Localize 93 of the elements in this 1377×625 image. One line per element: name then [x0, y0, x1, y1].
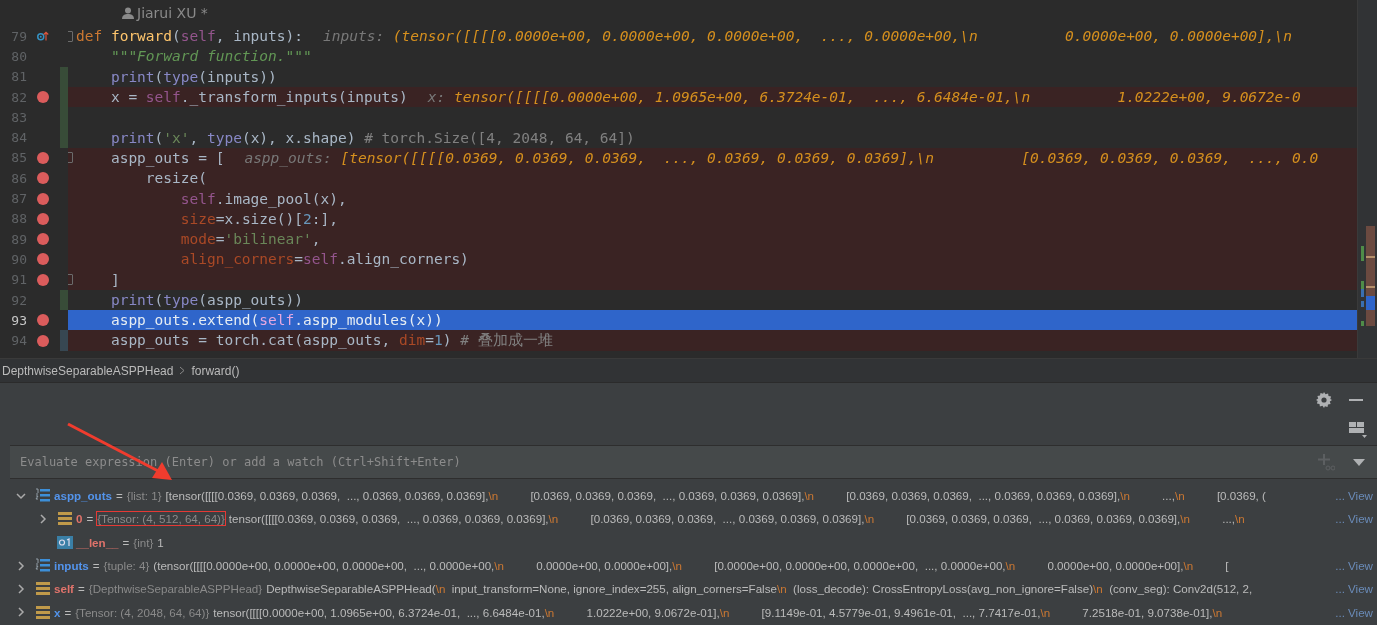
code-line: size=x.size()[2:],	[179, 210, 338, 227]
breadcrumb[interactable]: forward()	[191, 363, 240, 378]
line-number: 91	[10, 272, 27, 288]
breakpoint-icon[interactable]	[37, 314, 49, 327]
code-line: print(type(aspp_outs))	[109, 292, 303, 308]
equals-sign: =	[64, 605, 72, 619]
variable-value: tensor([[[[0.0000e+00, 1.0965e+00, 6.3724e-01, ..., 6.6484e-01,\n 1.0222e+00, 9.0672e-01],\n [9.1149e-01, 4.5779e-01, 9.4961e-01, ..., 7.7417e-01,\n 7.2518e-01, 9.0738e-01],\n	[213, 605, 1224, 619]
chevron-down-icon[interactable]	[16, 490, 26, 501]
line-number: 82	[10, 89, 27, 105]
line-number: 84	[10, 130, 27, 146]
equals-sign: =	[122, 535, 130, 549]
code-line: ]	[109, 271, 120, 288]
line-number: 92	[10, 292, 27, 308]
variable-type: {DepthwiseSeparableASPPHead}	[88, 582, 263, 596]
variable-name: 0	[76, 512, 83, 526]
chevron-right-icon[interactable]	[38, 513, 48, 524]
breadcrumb[interactable]: DepthwiseSeparableASPPHead	[2, 363, 174, 378]
fields-icon	[36, 605, 50, 619]
code-line: aspp_outs = [	[109, 149, 225, 166]
variable-type: {tuple: 4}	[103, 559, 150, 573]
breakpoint-icon[interactable]	[37, 253, 49, 266]
line-number: 80	[10, 48, 27, 64]
author-annotation: Jiarui XU *	[137, 5, 208, 21]
line-number: 81	[10, 69, 27, 85]
inline-debug-value: inputs: (tensor([[[[0.0000e+00, 0.0000e+00, 0.0000e+00, ..., 0.0000e+00,\n 0.0000e+00, 0.0000e+00],\n	[323, 28, 1292, 45]
code-line: aspp_outs = torch.cat(aspp_outs, dim=1) # 叠加成一堆	[109, 331, 553, 351]
breakpoint-icon[interactable]	[37, 212, 49, 225]
equals-sign: =	[78, 582, 85, 596]
inline-debug-value: x: tensor([[[[0.0000e+00, 1.0965e+00, 6.3724e-01, ..., 6.6484e-01,\n 1.0222e+00, 9.0672e-0	[427, 89, 1301, 106]
view-link[interactable]: ... View	[1335, 559, 1373, 573]
variable-value: DepthwiseSeparableASPPHead(\n input_transform=None, ignore_index=255, align_corners=False\n (loss_decode): CrossEntropyLoss(avg_non_ignore=False)\n (conv_seg): Conv2d(512, 2,	[266, 582, 1254, 596]
breakpoint-icon[interactable]	[37, 273, 49, 286]
view-link[interactable]: ... View	[1335, 605, 1373, 619]
variable-type: {int}	[133, 535, 154, 549]
person-icon	[122, 7, 134, 19]
line-number: 93	[10, 312, 27, 328]
fields-icon	[36, 582, 50, 596]
layout-icon[interactable]	[1349, 421, 1367, 439]
line-number: 79	[10, 28, 27, 44]
variable-value: tensor([[[[0.0369, 0.0369, 0.0369, ..., 0.0369, 0.0369, 0.0369],\n [0.0369, 0.0369, 0.0369, ..., 0.0369, 0.0369, 0.0369],\n [0.0369, 0.0369, 0.0369, ..., 0.0369, 0.0369, 0.0369],\n ...,\n	[228, 512, 1246, 526]
breakpoint-icon[interactable]	[37, 233, 49, 246]
variable-value: 1	[157, 535, 165, 549]
line-number: 86	[10, 170, 27, 186]
dropdown-caret-icon[interactable]	[1353, 458, 1365, 466]
breakpoint-icon[interactable]	[37, 151, 49, 164]
equals-sign: =	[116, 489, 123, 503]
code-line: def forward(self, inputs):	[76, 28, 303, 45]
list-icon	[35, 488, 51, 504]
breakpoint-icon[interactable]	[37, 91, 49, 104]
variable-name: self	[54, 582, 74, 596]
chevron-right-icon[interactable]	[16, 607, 26, 618]
variable-type: {list: 1}	[126, 489, 162, 503]
variable-name: x	[54, 605, 61, 619]
variable-name: __len__	[76, 535, 119, 549]
settings-icon[interactable]	[1315, 391, 1333, 409]
line-number: 90	[10, 251, 27, 267]
code-line: x = self._transform_inputs(inputs)	[109, 89, 408, 106]
variable-type: {Tensor: (4, 512, 64, 64)}	[97, 512, 225, 526]
variable-name: aspp_outs	[54, 489, 112, 503]
inline-debug-value: aspp_outs: [tensor([[[[0.0369, 0.0369, 0.0369, ..., 0.0369, 0.0369, 0.0369],\n [0.0369, 0.0369, 0.0369, ..., 0.0	[244, 149, 1319, 166]
view-link[interactable]: ... View	[1335, 512, 1373, 526]
code-line: """Forward function."""	[109, 48, 312, 65]
chevron-right-icon[interactable]	[16, 583, 26, 594]
line-number: 88	[10, 211, 27, 227]
override-icon[interactable]	[37, 29, 49, 44]
view-link[interactable]: ... View	[1335, 582, 1373, 596]
code-line: print(type(inputs))	[109, 68, 277, 85]
code-line: aspp_outs.extend(self.aspp_modules(x))	[109, 312, 443, 329]
variable-value: [tensor([[[[0.0369, 0.0369, 0.0369, ..., 0.0369, 0.0369, 0.0369],\n [0.0369, 0.0369, 0.0369, ..., 0.0369, 0.0369, 0.0369],\n [0.0369, 0.0369, 0.0369, ..., 0.0369, 0.0369, 0.0369],\n ...,\n [0.0369, (	[165, 489, 1267, 503]
view-link[interactable]: ... View	[1335, 489, 1373, 503]
breakpoint-icon[interactable]	[37, 172, 49, 185]
line-number: 83	[10, 109, 27, 125]
line-number: 85	[10, 150, 27, 166]
chevron-right-icon	[179, 366, 186, 375]
variable-type: {Tensor: (4, 2048, 64, 64)}	[75, 605, 210, 619]
breakpoint-icon[interactable]	[37, 192, 49, 205]
variable-name: inputs	[54, 559, 89, 573]
line-number: 94	[10, 333, 27, 349]
equals-sign: =	[86, 512, 94, 526]
code-line: print('x', type(x), x.shape) # torch.Size([4, 2048, 64, 64])	[109, 129, 635, 146]
line-number: 87	[10, 191, 27, 206]
breakpoint-icon[interactable]	[37, 334, 49, 347]
line-number: 89	[10, 231, 27, 247]
list-icon	[35, 558, 51, 574]
variable-value: (tensor([[[[0.0000e+00, 0.0000e+00, 0.0000e+00, ..., 0.0000e+00,\n 0.0000e+00, 0.0000e+00],\n [0.0000e+00, 0.0000e+00, 0.0000e+00, ..., 0.0000e+00,\n 0.0000e+00, 0.0000e+00],\n [	[153, 559, 1230, 573]
chevron-right-icon[interactable]	[16, 560, 26, 571]
equals-sign: =	[92, 559, 100, 573]
code-line: resize(	[144, 170, 207, 187]
code-line: align_corners=self.align_corners)	[179, 251, 469, 268]
code-line: mode='bilinear',	[179, 231, 321, 248]
number-icon	[57, 535, 73, 549]
fields-icon	[58, 512, 72, 526]
code-line: self.image_pool(x),	[179, 190, 347, 207]
